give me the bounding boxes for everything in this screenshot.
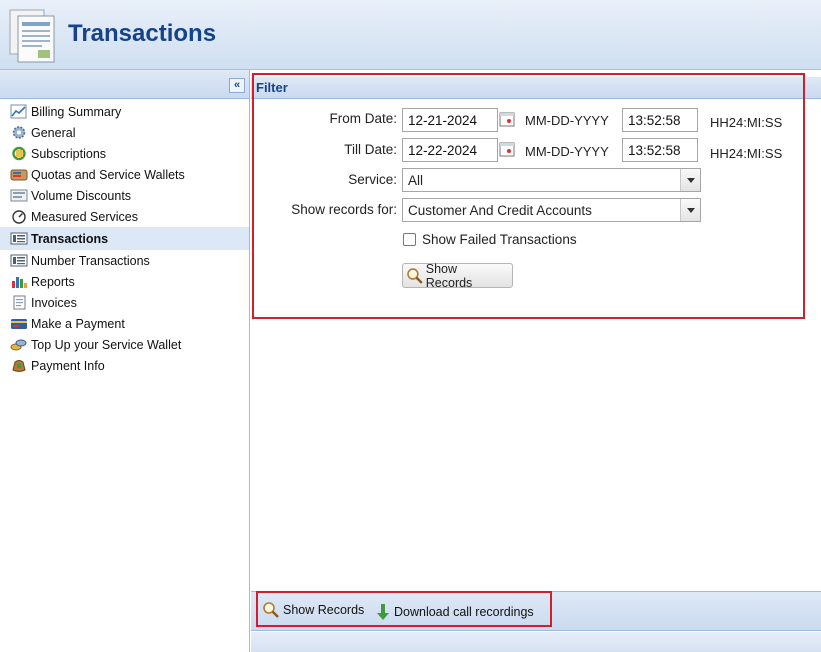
recycle-icon bbox=[10, 146, 28, 161]
sidebar: « Billing Summary General Subscriptions … bbox=[0, 70, 250, 652]
sidebar-item-label: Billing Summary bbox=[31, 104, 122, 119]
from-date-format: MM-DD-YYYY bbox=[525, 113, 609, 128]
bar-chart-icon bbox=[10, 274, 28, 289]
sidebar-item-label: Volume Discounts bbox=[31, 188, 132, 203]
sidebar-item-transactions[interactable]: Transactions bbox=[0, 227, 249, 250]
invoice-icon bbox=[10, 295, 28, 310]
sidebar-item-billing-summary[interactable]: Billing Summary bbox=[0, 101, 249, 122]
sidebar-item-label: Payment Info bbox=[31, 358, 105, 373]
calendar-icon[interactable] bbox=[499, 141, 516, 158]
sidebar-item-quotas[interactable]: Quotas and Service Wallets bbox=[0, 164, 249, 185]
till-time-input[interactable] bbox=[622, 138, 698, 162]
main-panel: Filter From Date: MM-DD-YYYY HH24:MI:SS … bbox=[251, 70, 821, 652]
filter-highlight-box bbox=[252, 73, 805, 319]
till-date-input[interactable] bbox=[402, 138, 498, 162]
service-select[interactable]: All bbox=[402, 168, 701, 192]
show-records-button-label: Show Records bbox=[425, 261, 473, 290]
sidebar-item-payment-info[interactable]: Payment Info bbox=[0, 355, 249, 376]
show-records-button[interactable]: Show Records bbox=[402, 261, 513, 290]
credit-card-icon bbox=[10, 316, 28, 331]
show-records-for-select[interactable]: Customer And Credit Accounts bbox=[402, 198, 701, 222]
magnifier-icon bbox=[407, 267, 423, 284]
collapse-sidebar-button[interactable]: « bbox=[229, 78, 245, 93]
service-selected-value: All bbox=[408, 173, 424, 188]
sidebar-item-label: General bbox=[31, 125, 76, 140]
coins-icon bbox=[10, 337, 28, 352]
list-icon bbox=[10, 253, 28, 268]
download-call-recordings-label: Download call recordings bbox=[394, 605, 534, 619]
from-date-label: From Date: bbox=[329, 111, 397, 126]
transactions-document-icon bbox=[8, 6, 58, 64]
sidebar-item-label: Make a Payment bbox=[31, 316, 125, 331]
sidebar-item-number-transactions[interactable]: Number Transactions bbox=[0, 250, 249, 271]
gear-icon bbox=[10, 125, 28, 140]
page-header: Transactions bbox=[0, 0, 821, 70]
sidebar-nav: Billing Summary General Subscriptions Qu… bbox=[0, 99, 249, 376]
sidebar-item-label: Subscriptions bbox=[31, 146, 107, 161]
page-title: Transactions bbox=[68, 20, 217, 47]
money-bag-icon bbox=[10, 358, 28, 373]
show-failed-label[interactable]: Show Failed Transactions bbox=[422, 232, 577, 247]
sidebar-item-label: Measured Services bbox=[31, 209, 138, 224]
sidebar-item-label: Top Up your Service Wallet bbox=[31, 337, 182, 352]
till-time-format: HH24:MI:SS bbox=[710, 146, 783, 161]
sidebar-item-label: Reports bbox=[31, 274, 75, 289]
list-icon bbox=[10, 231, 28, 246]
download-arrow-icon bbox=[377, 604, 389, 620]
discount-icon bbox=[10, 188, 28, 203]
show-records-for-selected-value: Customer And Credit Accounts bbox=[408, 203, 592, 218]
sidebar-item-reports[interactable]: Reports bbox=[0, 271, 249, 292]
calendar-icon[interactable] bbox=[499, 111, 516, 128]
from-date-input[interactable] bbox=[402, 108, 498, 132]
sidebar-item-label: Quotas and Service Wallets bbox=[31, 167, 185, 182]
sidebar-header: « bbox=[0, 70, 249, 99]
magnifier-icon bbox=[263, 602, 279, 618]
filter-title: Filter bbox=[256, 80, 288, 95]
show-failed-checkbox[interactable] bbox=[403, 233, 416, 246]
sidebar-item-label: Invoices bbox=[31, 295, 77, 310]
toolbar-show-records-button[interactable]: Show Records bbox=[262, 601, 364, 619]
footer-strip bbox=[251, 632, 821, 652]
till-date-format: MM-DD-YYYY bbox=[525, 144, 609, 159]
sidebar-item-label: Number Transactions bbox=[31, 253, 150, 268]
filter-header: Filter bbox=[251, 77, 821, 99]
service-label: Service: bbox=[348, 172, 397, 187]
bottom-toolbar: Show Records Download call recordings bbox=[251, 591, 821, 631]
sidebar-item-label: Transactions bbox=[31, 231, 109, 246]
show-records-for-label: Show records for: bbox=[291, 202, 397, 217]
chevron-down-icon[interactable] bbox=[680, 199, 700, 221]
sidebar-item-subscriptions[interactable]: Subscriptions bbox=[0, 143, 249, 164]
chevron-down-icon[interactable] bbox=[680, 169, 700, 191]
sidebar-item-top-up[interactable]: Top Up your Service Wallet bbox=[0, 334, 249, 355]
till-date-label: Till Date: bbox=[344, 142, 397, 157]
sidebar-item-invoices[interactable]: Invoices bbox=[0, 292, 249, 313]
wallet-icon bbox=[10, 167, 28, 182]
sidebar-item-general[interactable]: General bbox=[0, 122, 249, 143]
from-time-format: HH24:MI:SS bbox=[710, 115, 783, 130]
gauge-icon bbox=[10, 209, 28, 224]
chart-icon bbox=[10, 104, 28, 119]
sidebar-item-measured-services[interactable]: Measured Services bbox=[0, 206, 249, 227]
sidebar-item-make-payment[interactable]: Make a Payment bbox=[0, 313, 249, 334]
from-time-input[interactable] bbox=[622, 108, 698, 132]
download-call-recordings-button[interactable]: Download call recordings bbox=[376, 603, 534, 621]
sidebar-item-volume-discounts[interactable]: Volume Discounts bbox=[0, 185, 249, 206]
toolbar-show-records-label: Show Records bbox=[283, 603, 365, 617]
